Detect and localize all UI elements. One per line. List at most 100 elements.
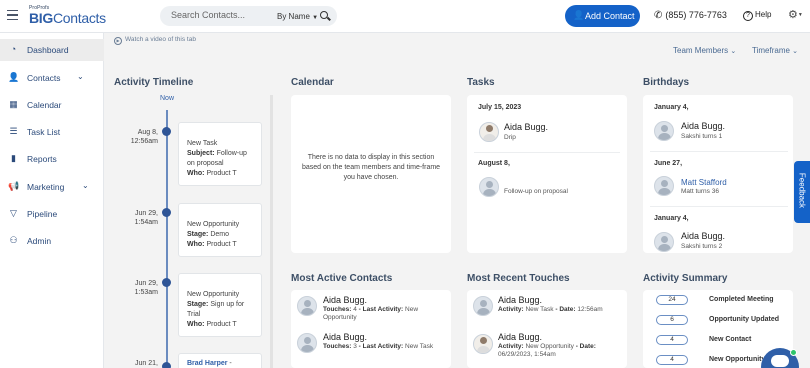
- summary-count: 24: [656, 295, 688, 305]
- touch-contact-name[interactable]: Aida Bugg.: [498, 295, 542, 305]
- divider: [650, 206, 788, 207]
- calendar-empty-message: There is no data to display in this sect…: [301, 154, 441, 181]
- sidebar-item-calendar[interactable]: ▦ Calendar: [0, 94, 104, 116]
- timeline-date-day: Jun 29,: [135, 280, 158, 287]
- app-logo[interactable]: BIGContacts: [29, 10, 106, 26]
- bar-chart-icon: ▮: [11, 153, 16, 163]
- person-icon: 👤: [8, 72, 20, 82]
- search-input[interactable]: [171, 10, 266, 20]
- birthday-contact-name[interactable]: Aida Bugg.: [681, 231, 725, 241]
- watch-video-link[interactable]: ▶ Watch a video of this tab: [114, 36, 196, 45]
- feedback-tab[interactable]: Feedback: [794, 161, 810, 223]
- timeline-card-line1: Brad Harper -: [187, 359, 256, 368]
- timeline-contact-link[interactable]: Brad Harper: [187, 360, 227, 367]
- avatar: [654, 232, 674, 252]
- add-contact-button[interactable]: 👤 Add Contact: [565, 5, 640, 27]
- phone-number[interactable]: ✆ (855) 776-7763: [654, 10, 727, 21]
- timeline-card-key: Who:: [187, 321, 205, 328]
- avatar: [473, 334, 493, 354]
- avatar: [297, 333, 317, 353]
- sidebar-item-marketing[interactable]: 📢 Marketing ⌄: [0, 176, 104, 198]
- settings-button[interactable]: ⚙▼: [788, 8, 803, 21]
- timeline-card-line1: Subject: Follow-up on proposal: [187, 149, 256, 169]
- avatar: [479, 122, 499, 142]
- help-icon: ?: [743, 11, 753, 21]
- timeline-date-time: 1:53am: [134, 289, 158, 296]
- timeline-scrollbar[interactable]: [270, 95, 273, 368]
- timeline-card[interactable]: Brad Harper -: [178, 353, 262, 368]
- sidebar-item-task-list[interactable]: ☰ Task List: [0, 121, 104, 143]
- timeframe-dropdown[interactable]: Timeframe ⌄: [752, 46, 798, 55]
- search-bar: By Name ▼: [160, 6, 337, 26]
- search-icon[interactable]: [320, 11, 328, 19]
- birthday-date: June 27,: [654, 160, 683, 167]
- active-contact-name[interactable]: Aida Bugg.: [323, 295, 367, 305]
- timeline-date-time: 1:54am: [134, 219, 158, 226]
- timeline-dot: [162, 362, 171, 368]
- timeline-card-line1: Stage: Sign up for Trial: [187, 300, 256, 320]
- summary-count: 4: [656, 335, 688, 345]
- sidebar-item-label: Reports: [27, 154, 57, 164]
- last-activity-label: - Last Activity:: [358, 306, 404, 313]
- timeline-card-type: New Opportunity: [187, 221, 240, 228]
- chevron-down-icon: ⌄: [77, 72, 84, 81]
- touches-label: Touches:: [323, 306, 352, 313]
- calendar-title: Calendar: [291, 77, 334, 88]
- play-icon: ▶: [114, 37, 122, 45]
- touches-value: 3: [353, 343, 357, 350]
- timeline-card[interactable]: New Task Subject: Follow-up on proposal …: [178, 122, 262, 186]
- sidebar-item-label: Contacts: [27, 73, 61, 83]
- summary-label: Opportunity Updated: [709, 316, 779, 323]
- avatar: [654, 176, 674, 196]
- task-contact-name[interactable]: Aida Bugg.: [504, 122, 548, 132]
- timeline-card-line1: Stage: Demo: [187, 230, 256, 240]
- admin-icon: ⚇: [9, 235, 18, 245]
- activity-value: New Task: [525, 306, 554, 313]
- touch-details: Activity: New Opportunity - Date: 06/29/…: [498, 343, 622, 359]
- task-description[interactable]: Follow-up on proposal: [504, 188, 568, 196]
- search-mode-label: By Name: [277, 12, 310, 21]
- sidebar-item-pipeline[interactable]: ▽ Pipeline: [0, 203, 104, 225]
- activity-label: Activity:: [498, 343, 524, 350]
- sidebar-item-admin[interactable]: ⚇ Admin: [0, 230, 104, 252]
- activity-label: Activity:: [498, 306, 524, 313]
- active-contact-name[interactable]: Aida Bugg.: [323, 332, 367, 342]
- funnel-icon: ▽: [10, 208, 17, 218]
- summary-count: 6: [656, 315, 688, 325]
- date-label: - Date:: [575, 343, 596, 350]
- sidebar-item-label: Admin: [27, 236, 52, 246]
- birthdays-card: [643, 95, 793, 253]
- timeline-card-key: Who:: [187, 241, 205, 248]
- help-button[interactable]: ? Help: [743, 10, 771, 21]
- timeline-date: Jun 21,: [118, 359, 158, 368]
- birthday-contact-name[interactable]: Matt Stafford: [681, 178, 727, 187]
- task-list-icon: ☰: [9, 126, 18, 136]
- timeline-card-key: Who:: [187, 170, 205, 177]
- birthday-date: January 4,: [654, 104, 689, 111]
- online-status-dot: [790, 349, 797, 356]
- summary-count: 4: [656, 355, 688, 365]
- timeline-card[interactable]: New Opportunity Stage: Demo Who: Product…: [178, 203, 262, 257]
- sidebar-item-reports[interactable]: ▮ Reports: [0, 148, 104, 170]
- birthday-contact-name[interactable]: Aida Bugg.: [681, 121, 725, 131]
- divider: [650, 151, 788, 152]
- timeline-card-value: Product T: [206, 321, 237, 328]
- timeline-card-key: Stage:: [187, 301, 209, 308]
- timeline-date-time: 12:56am: [130, 138, 158, 145]
- touch-contact-name[interactable]: Aida Bugg.: [498, 332, 542, 342]
- birthday-note: Matt turns 36: [681, 188, 719, 195]
- sidebar-item-contacts[interactable]: 👤 Contacts ⌄: [0, 67, 104, 89]
- sidebar-item-dashboard[interactable]: ◔ Dashboard: [0, 39, 104, 61]
- summary-label: New Contact: [709, 336, 752, 343]
- timeline-card-value: Product T: [206, 241, 237, 248]
- search-mode-dropdown[interactable]: By Name ▼: [277, 12, 318, 21]
- hamburger-menu-icon[interactable]: [7, 10, 18, 20]
- timeframe-label: Timeframe: [752, 46, 790, 55]
- gear-icon: ⚙: [788, 9, 798, 21]
- touch-details: Activity: New Task - Date: 12:56am: [498, 306, 622, 314]
- avatar: [479, 177, 499, 197]
- avatar: [654, 121, 674, 141]
- active-contact-details: Touches: 3 - Last Activity: New Task: [323, 343, 445, 351]
- timeline-card[interactable]: New Opportunity Stage: Sign up for Trial…: [178, 273, 262, 337]
- team-members-dropdown[interactable]: Team Members ⌄: [673, 46, 736, 55]
